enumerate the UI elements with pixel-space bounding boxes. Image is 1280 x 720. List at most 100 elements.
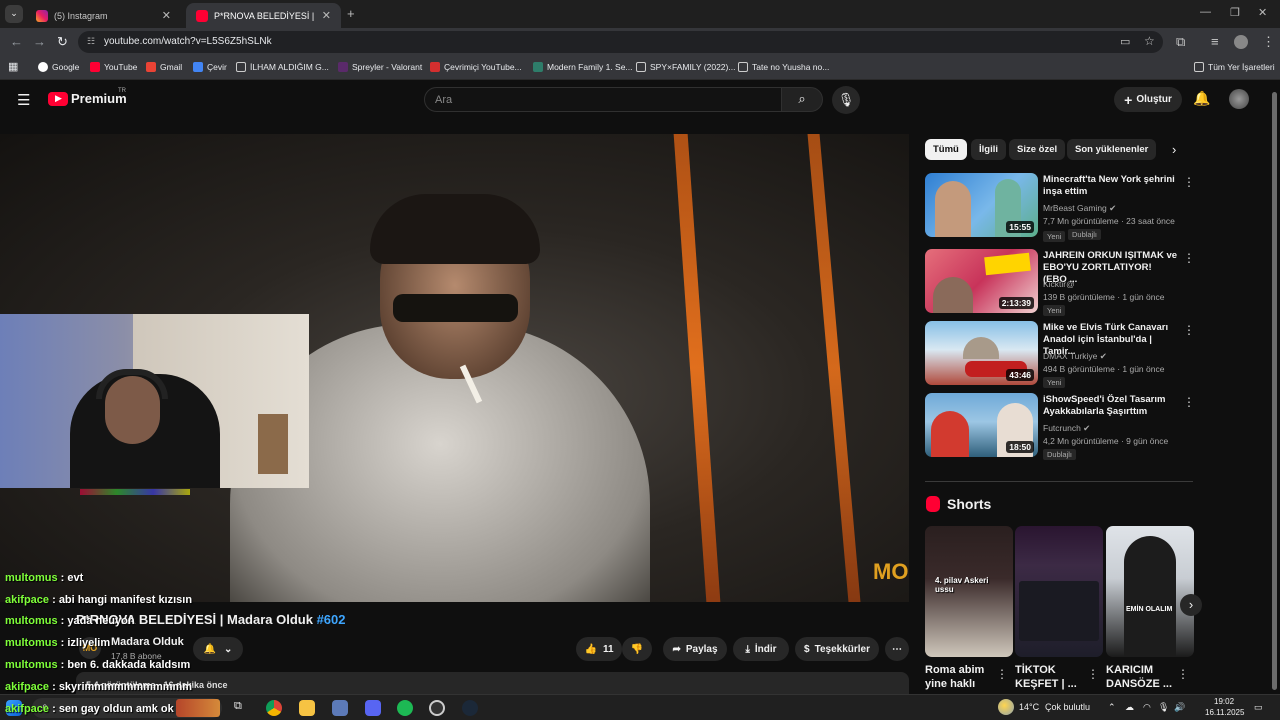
bookmark-gmail[interactable]: Gmail [146,62,182,72]
verified-icon: ✔ [1083,423,1091,433]
more-actions-button[interactable]: ⋯ [885,637,909,661]
bookmark-label: Tüm Yer İşaretleri [1208,62,1275,72]
minimize-icon[interactable]: — [1200,6,1211,18]
related-channel[interactable]: MrBeast Gaming ✔ [1043,203,1116,214]
new-tab-button[interactable]: + [347,6,355,21]
chrome-icon[interactable] [266,700,282,716]
back-icon[interactable]: ← [10,34,23,49]
more-icon[interactable]: ⋮ [996,667,1008,681]
tab-youtube[interactable]: P*RNOVA BELEDİYESİ | Madara Olduk ✕ [186,3,341,28]
steam-icon[interactable] [462,700,478,716]
chat-message: multomus : evt [5,572,84,584]
apps-icon[interactable]: ▦ [8,60,18,73]
chip-related[interactable]: İlgili [971,139,1006,160]
notification-center-icon[interactable]: ▭ [1254,702,1263,713]
task-view-icon[interactable]: ⧉ [234,700,242,713]
short-thumbnail[interactable] [1015,526,1103,657]
reload-icon[interactable]: ↻ [57,34,68,50]
shorts-next-button[interactable]: › [1180,594,1202,616]
site-info-icon[interactable]: ☷ [87,36,95,47]
related-channel[interactable]: DMAX Turkiye ✔ [1043,351,1107,362]
restore-icon[interactable]: ❐ [1230,6,1240,19]
more-icon[interactable]: ⋮ [1183,251,1195,265]
related-thumbnail[interactable]: 18:50 [925,393,1038,457]
related-title[interactable]: Minecraft'ta New York şehrini inşa ettim [1043,174,1178,198]
like-button[interactable]: 👍 11 [576,637,622,661]
mic-tray-icon[interactable]: 🎙 [1158,702,1169,713]
bookmark-modern-family[interactable]: Modern Family 1. Se... [533,62,633,72]
more-icon[interactable]: ⋮ [1177,667,1189,681]
close-window-icon[interactable]: ✕ [1258,6,1267,19]
menu-icon[interactable]: ☰ [17,91,30,109]
bookmark-label: Spreyler - Valorant [352,62,423,72]
download-button[interactable]: ⤓ İndir [733,637,789,661]
search-button[interactable]: ⌕ [781,87,823,112]
more-icon[interactable]: ⋮ [1087,667,1099,681]
more-icon[interactable]: ⋮ [1183,395,1195,409]
url-field[interactable]: ☷ youtube.com/watch?v=L5S6Z5hSLNk ▭ ☆ [78,31,1163,53]
chip-for-you[interactable]: Size özel [1009,139,1066,160]
close-icon[interactable]: ✕ [322,9,331,22]
extensions-icon[interactable]: ⧉ [1176,34,1185,50]
bookmark-translate[interactable]: Çevir [193,62,227,72]
bookmark-converter[interactable]: Çevrimiçi YouTube... [430,62,522,72]
related-thumbnail[interactable]: 43:46 [925,321,1038,385]
short-title[interactable]: KARICIM DANSÖZE ... [1106,663,1176,691]
profile-avatar[interactable] [1234,35,1248,49]
chip-recently-uploaded[interactable]: Son yüklenenler [1067,139,1157,160]
spotify-icon[interactable] [397,700,413,716]
short-title[interactable]: Roma abim yine haklı [925,663,995,691]
more-icon[interactable]: ⋮ [1183,323,1195,337]
chevron-right-icon[interactable]: › [1172,142,1176,157]
weather-icon[interactable] [998,699,1014,715]
hashtag-link[interactable]: #602 [317,612,346,627]
cast-icon[interactable]: ▭ [1120,35,1130,48]
forward-icon[interactable]: → [33,34,46,49]
scrollbar-thumb[interactable] [1272,92,1277,690]
related-thumbnail[interactable]: 15:55 [925,173,1038,237]
related-thumbnail[interactable]: 2:13:39 [925,249,1038,313]
chip-all[interactable]: Tümü [925,139,967,160]
related-channel[interactable]: Kicktir@ [1043,279,1075,289]
channel-name[interactable]: Madara Olduk [111,636,184,648]
clock-date[interactable]: 16.11.2025 [1205,708,1244,717]
discord-icon[interactable] [365,700,381,716]
all-bookmarks[interactable]: Tüm Yer İşaretleri [1194,62,1275,72]
tab-search-button[interactable]: ⌄ [5,5,23,23]
bookmark-valorant[interactable]: Spreyler - Valorant [338,62,422,72]
wifi-icon[interactable]: ◠ [1143,702,1151,713]
bookmark-folder[interactable]: İLHAM ALDIĞIM G... [236,62,329,72]
app-icon[interactable] [332,700,348,716]
network-icon[interactable]: ☁ [1125,702,1134,713]
related-channel[interactable]: Futcrunch ✔ [1043,423,1090,434]
obs-icon[interactable] [429,700,445,716]
share-button[interactable]: ➦ Paylaş [663,637,727,661]
file-explorer-icon[interactable] [299,700,315,716]
bookmark-google[interactable]: Google [38,62,79,72]
bookmark-tate-no-yuusha[interactable]: Tate no Yuusha no... [738,62,829,72]
search-input[interactable]: Ara [424,87,782,112]
dislike-button[interactable]: 👎 [622,637,652,661]
short-title[interactable]: TİKTOK KEŞFET | ... [1015,663,1085,691]
bookmarks-bar: ▦ Google YouTube Gmail Çevir İLHAM ALDIĞ… [0,56,1280,80]
more-icon[interactable]: ⋮ [1183,175,1195,189]
notifications-icon[interactable]: 🔔 [1193,90,1210,107]
close-icon[interactable]: ✕ [162,9,171,22]
voice-search-button[interactable]: 🎙 [832,86,860,114]
volume-icon[interactable]: 🔊 [1174,702,1185,713]
clock-time[interactable]: 19:02 [1214,697,1234,706]
bookmark-youtube[interactable]: YouTube [90,62,137,72]
media-icon[interactable]: ≡ [1211,34,1219,49]
tab-instagram[interactable]: (5) Instagram ✕ [26,3,181,28]
thanks-button[interactable]: $ Teşekkürler [795,637,879,661]
create-button[interactable]: + Oluştur [1114,87,1182,112]
short-thumbnail[interactable]: 4. pilav Askeri ussu [925,526,1013,657]
short-thumbnail[interactable]: EMİN OLALIM [1106,526,1194,657]
subscribed-button[interactable]: 🔔 ⌄ [193,637,243,661]
related-title[interactable]: iShowSpeed'i Özel Tasarım Ayakkabılarla … [1043,394,1178,418]
browser-menu-icon[interactable]: ⋮ [1262,34,1275,50]
bookmark-star-icon[interactable]: ☆ [1144,34,1155,48]
bookmark-spy-family[interactable]: SPY×FAMILY (2022)... [636,62,735,72]
tray-chevron-icon[interactable]: ⌃ [1108,702,1116,713]
avatar[interactable] [1229,89,1249,109]
